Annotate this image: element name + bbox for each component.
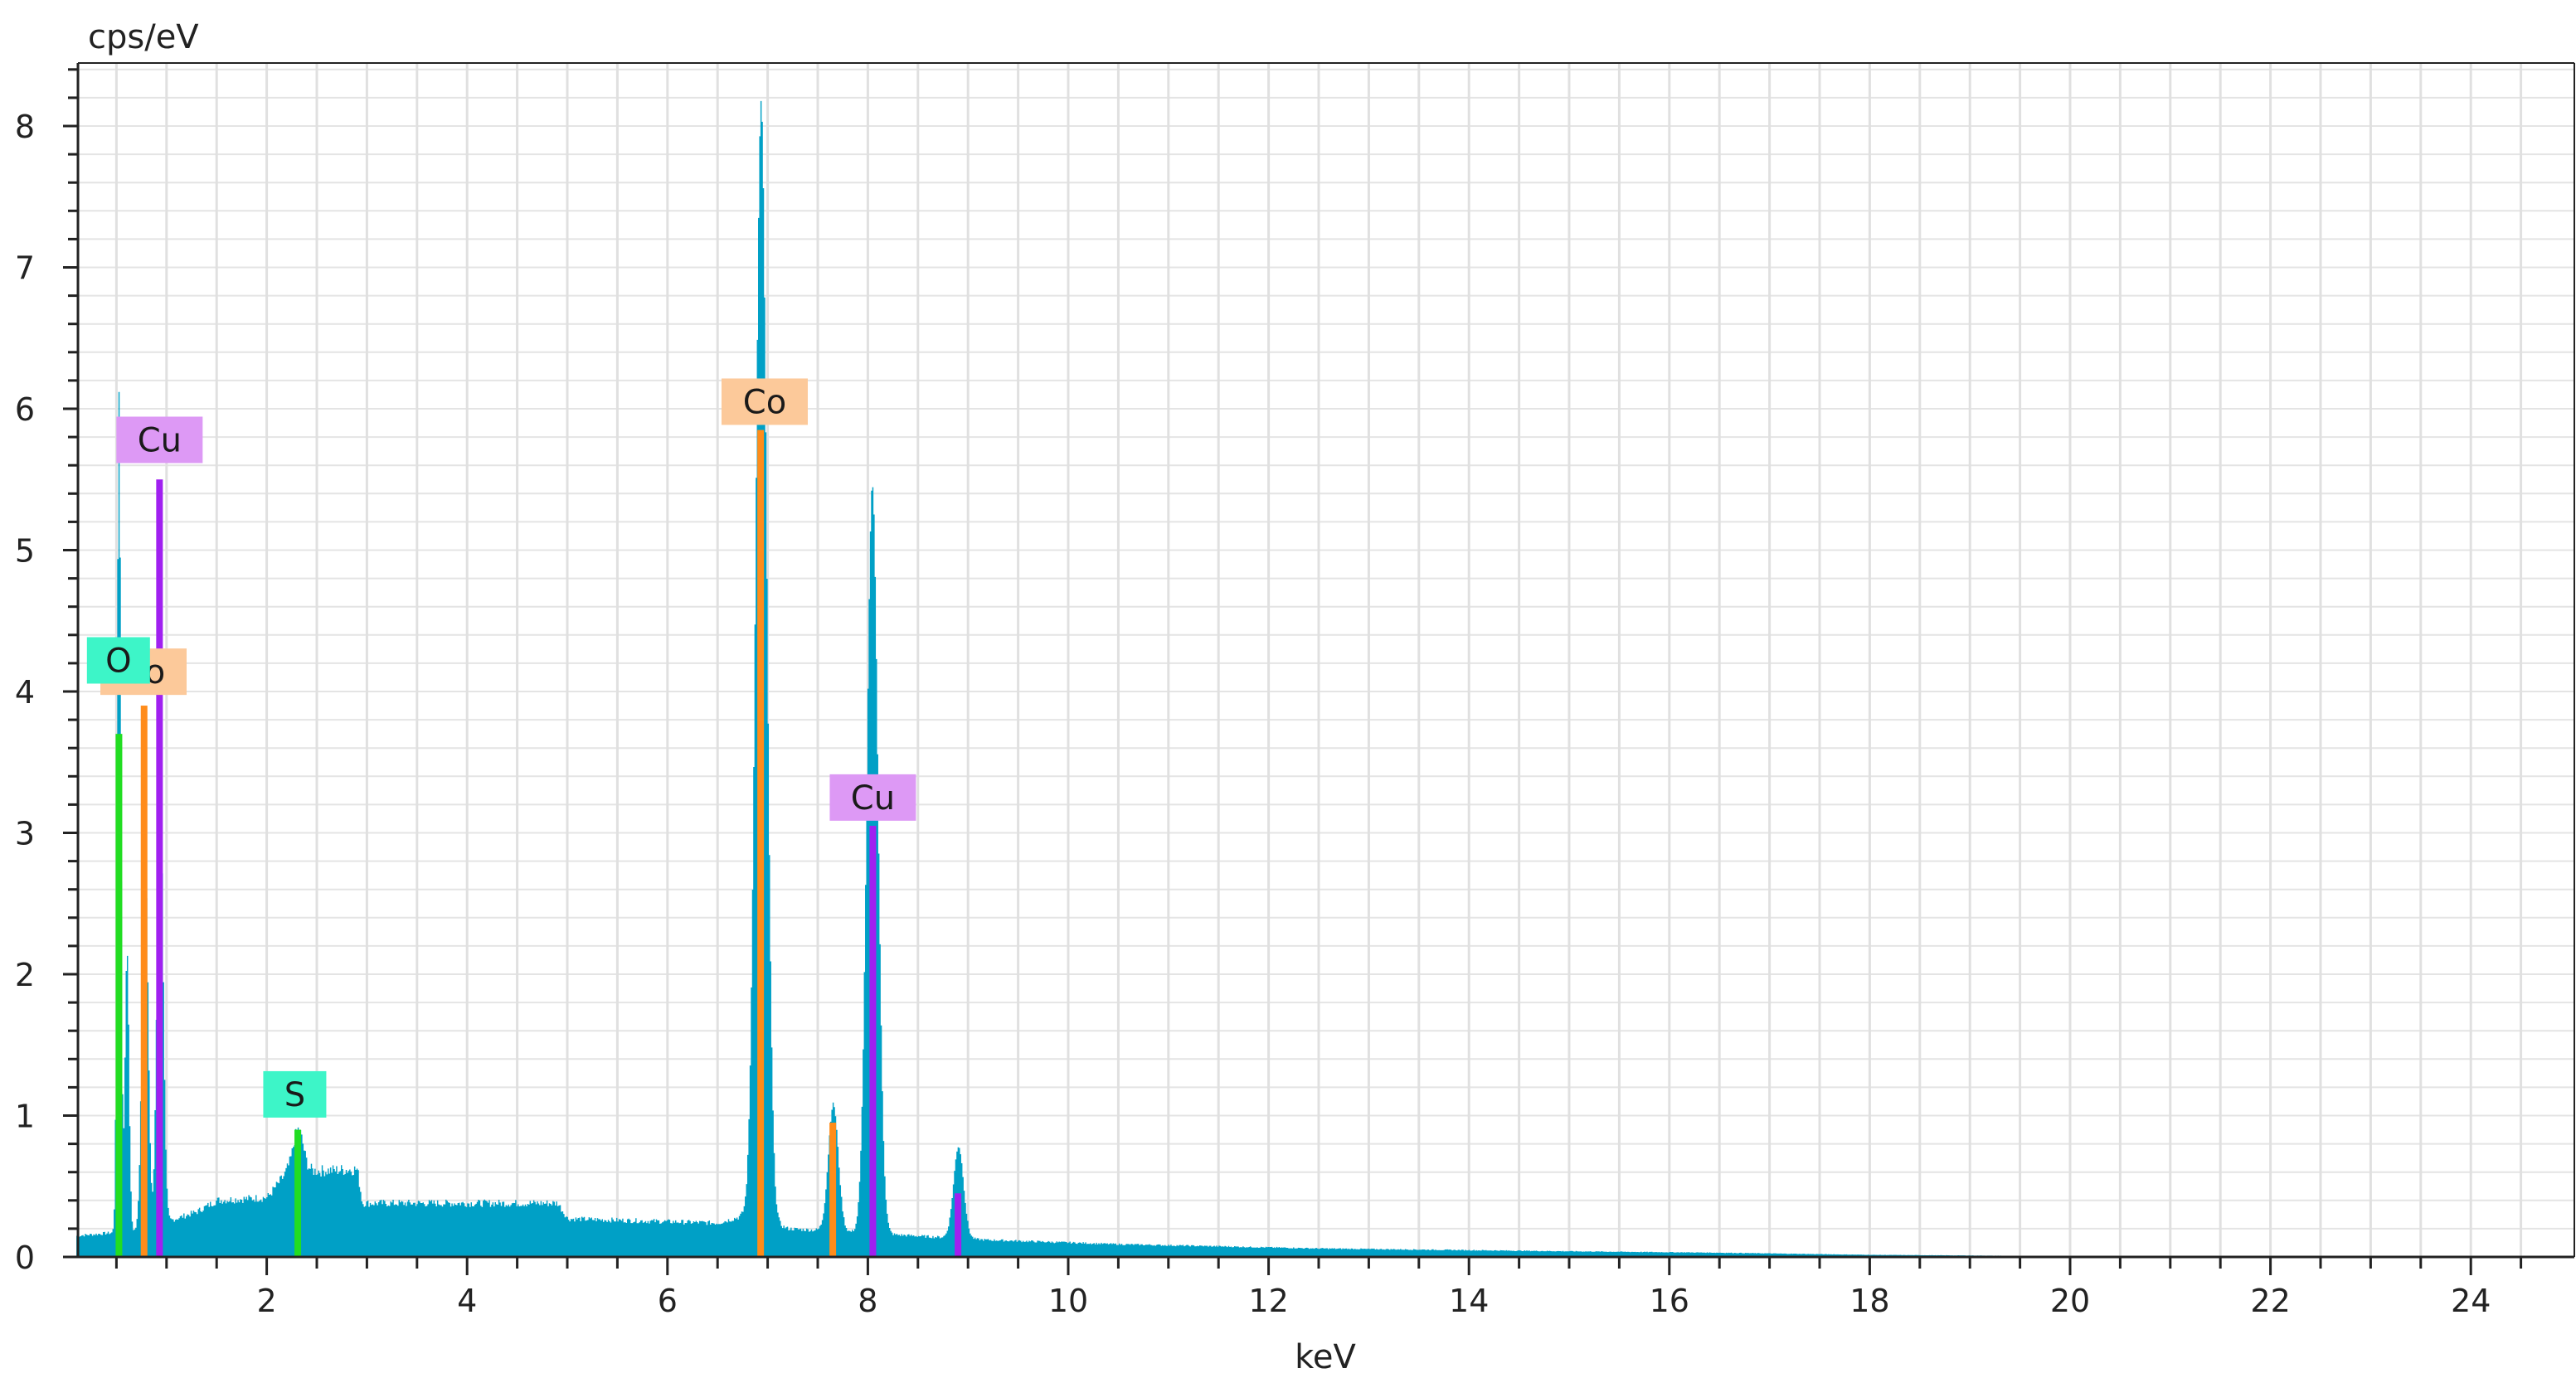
- y-tick-label: 5: [15, 533, 35, 570]
- element-line-co: [757, 429, 765, 1257]
- x-axis-title: keV: [1295, 1338, 1356, 1376]
- y-axis-title: cps/eV: [88, 18, 199, 56]
- y-tick-label: 0: [15, 1240, 35, 1276]
- x-tick-label: 22: [2250, 1283, 2290, 1319]
- peak-label-s: S: [263, 1070, 327, 1118]
- grid: [78, 63, 2574, 1257]
- peak-label-text: O: [105, 642, 131, 680]
- x-tick-label: 14: [1449, 1283, 1489, 1319]
- x-tick-label: 16: [1650, 1283, 1689, 1319]
- element-line-cu: [869, 825, 877, 1257]
- x-tick-label: 10: [1048, 1283, 1088, 1319]
- y-tick-label: 4: [15, 674, 35, 711]
- y-tick-label: 8: [15, 109, 35, 145]
- element-line-cu: [955, 1193, 962, 1257]
- y-tick-label: 7: [15, 250, 35, 287]
- y-tick-label: 2: [15, 957, 35, 993]
- peak-label-cu: Cu: [829, 774, 916, 821]
- element-line-o: [115, 734, 123, 1257]
- element-line-s: [294, 1129, 302, 1257]
- x-tick-label: 20: [2050, 1283, 2090, 1319]
- peak-label-co: Co: [721, 378, 808, 425]
- peak-label-text: Cu: [851, 779, 895, 818]
- peak-label-text: Co: [743, 383, 786, 421]
- x-tick-label: 4: [457, 1283, 477, 1319]
- peak-label-cu: Cu: [116, 416, 203, 463]
- peak-label-o: O: [86, 637, 150, 684]
- plot-area: [78, 63, 2574, 1257]
- y-tick-label: 1: [15, 1099, 35, 1135]
- x-tick-label: 6: [658, 1283, 678, 1319]
- peak-label-text: Cu: [138, 422, 182, 460]
- y-tick-label: 6: [15, 391, 35, 428]
- eds-spectrum-chart: CuCoOSCoCu 01234567824681012141618202224…: [15, 18, 2575, 1376]
- peak-label-text: S: [284, 1076, 305, 1114]
- x-tick-label: 24: [2451, 1283, 2491, 1319]
- x-tick-label: 12: [1248, 1283, 1288, 1319]
- x-tick-label: 18: [1849, 1283, 1889, 1319]
- element-line-cu: [156, 479, 163, 1257]
- y-tick-label: 3: [15, 816, 35, 852]
- x-tick-label: 2: [257, 1283, 277, 1319]
- x-tick-label: 8: [858, 1283, 877, 1319]
- element-line-co: [829, 1123, 837, 1257]
- element-line-co: [140, 706, 148, 1257]
